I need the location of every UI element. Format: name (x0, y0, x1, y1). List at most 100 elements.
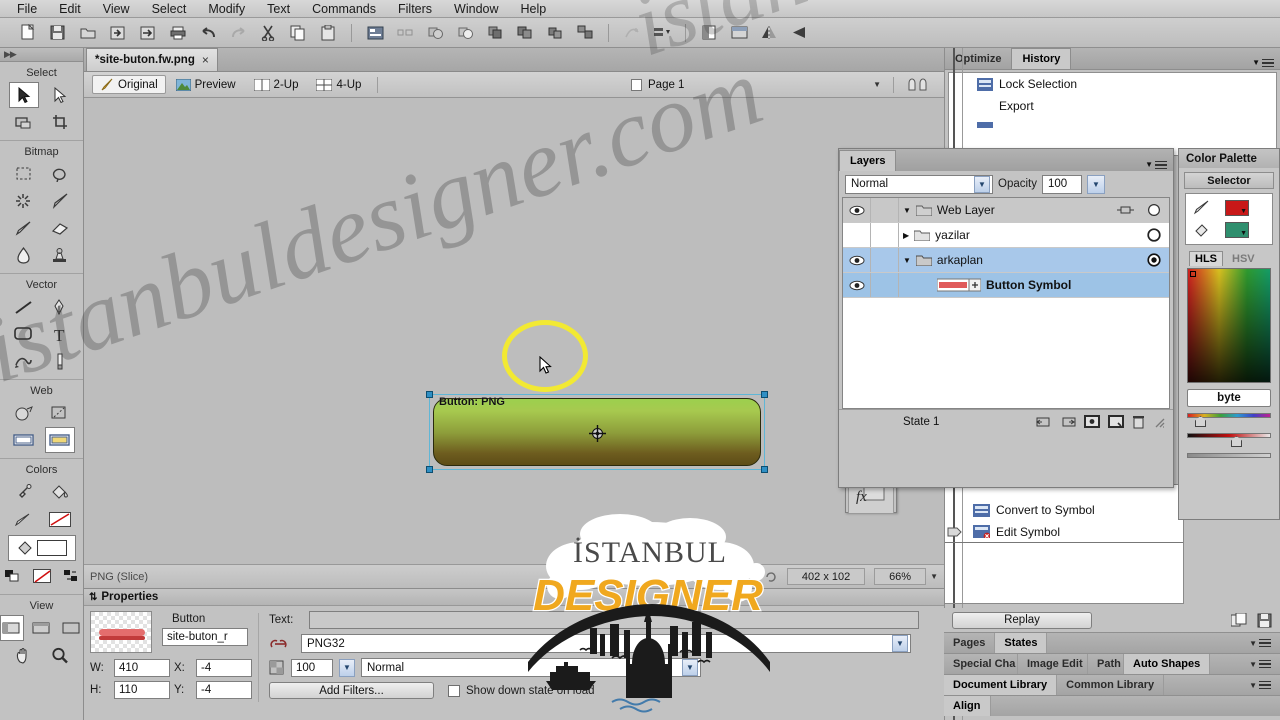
opacity-input[interactable]: 100 (291, 658, 333, 677)
layer-row-button-symbol[interactable]: Button Symbol (843, 273, 1169, 298)
new-document-icon[interactable] (16, 22, 40, 44)
stroke-color-swatch[interactable] (45, 506, 75, 532)
arrange-icon[interactable] (650, 22, 674, 44)
chevron-right-icon[interactable]: ▶ (903, 231, 909, 240)
menu-item-commands[interactable]: Commands (301, 1, 387, 17)
export-icon[interactable] (136, 22, 160, 44)
layer-lock-toggle[interactable] (871, 223, 899, 247)
cut-icon[interactable] (256, 22, 280, 44)
color-palette-selector-tab[interactable]: Selector (1184, 172, 1274, 189)
properties-header[interactable]: ⇅ Properties (84, 589, 944, 606)
chevron-down-icon[interactable]: ▼ (682, 659, 698, 676)
stroke-color-row[interactable]: ▼ (1189, 197, 1269, 219)
intersect-icon[interactable] (483, 22, 507, 44)
show-slices-tool[interactable] (44, 427, 75, 453)
menu-item-modify[interactable]: Modify (197, 1, 256, 17)
zoom-tool[interactable] (45, 642, 75, 668)
text-input[interactable] (309, 611, 919, 629)
tab-document-library[interactable]: Document Library (944, 675, 1058, 695)
document-tab[interactable]: *site-buton.fw.png × (86, 48, 218, 71)
y-input[interactable]: -4 (196, 681, 252, 699)
delete-icon[interactable] (1132, 415, 1145, 429)
layer-name-cell[interactable]: Button Symbol (899, 278, 1139, 293)
redo-icon[interactable] (226, 22, 250, 44)
layer-lock-toggle[interactable] (871, 198, 899, 222)
chevron-down-icon[interactable]: ▼ (1240, 230, 1247, 237)
eyedropper-tool[interactable] (9, 479, 39, 505)
layer-blend-mode-select[interactable]: Normal ▼ (845, 174, 993, 194)
tab-special-characters[interactable]: Special Cha (944, 654, 1018, 674)
slice-tool[interactable] (45, 400, 75, 426)
menu-item-filters[interactable]: Filters (387, 1, 443, 17)
layer-name-cell[interactable]: ▼ Web Layer (899, 203, 1117, 217)
hand-tool[interactable] (9, 642, 39, 668)
new-layer-icon[interactable] (1108, 415, 1124, 428)
menu-item-file[interactable]: File (6, 1, 48, 17)
page-tools-icon[interactable] (906, 77, 932, 93)
fill-color-chip[interactable]: ▼ (1225, 222, 1249, 238)
layer-row-yazilar[interactable]: ▶ yazilar (843, 223, 1169, 248)
history-item-partial[interactable] (949, 117, 1276, 139)
selection-handle-br[interactable] (761, 466, 768, 473)
no-fill-icon[interactable] (30, 563, 54, 589)
add-filters-button[interactable]: Add Filters... (269, 682, 434, 699)
tab-states[interactable]: States (995, 633, 1048, 653)
layer-name-cell[interactable]: ▶ yazilar (899, 228, 1139, 242)
layer-lock-toggle[interactable] (871, 248, 899, 272)
import-icon[interactable] (106, 22, 130, 44)
fit-selection-icon[interactable] (727, 22, 751, 44)
save-icon[interactable] (46, 22, 70, 44)
history-item-edit-symbol[interactable]: Edit Symbol (945, 521, 1183, 543)
tab-hls[interactable]: HLS (1189, 251, 1223, 266)
pencil-tool[interactable] (9, 215, 39, 241)
menu-item-window[interactable]: Window (443, 1, 509, 17)
align-distribute-icon[interactable] (393, 22, 417, 44)
flip-horizontal-icon[interactable] (757, 22, 781, 44)
layer-visibility-toggle[interactable] (843, 223, 871, 247)
blur-tool[interactable] (9, 242, 39, 268)
history-item-convert-to-symbol[interactable]: Convert to Symbol (945, 499, 1183, 521)
new-state-icon[interactable] (1036, 416, 1052, 428)
saturation-slider[interactable] (1187, 453, 1271, 467)
scale-tool[interactable] (9, 109, 39, 135)
layer-opacity-dropdown-icon[interactable]: ▼ (1087, 174, 1105, 194)
menu-item-view[interactable]: View (92, 1, 141, 17)
layer-visibility-toggle[interactable] (843, 248, 871, 272)
tools-collapse-handle[interactable]: ▶▶ (0, 48, 83, 62)
magic-wand-tool[interactable] (9, 188, 39, 214)
tab-auto-shapes[interactable]: Auto Shapes (1124, 654, 1211, 674)
tab-image-editing[interactable]: Image Edit (1018, 654, 1088, 674)
crop-icon[interactable] (543, 22, 567, 44)
subtract-icon[interactable] (453, 22, 477, 44)
union-icon[interactable] (423, 22, 447, 44)
tab-two-up[interactable]: 2-Up (246, 76, 307, 94)
layer-active-radio[interactable] (1139, 228, 1169, 242)
lasso-tool[interactable] (45, 161, 75, 187)
eraser-tool[interactable] (45, 215, 75, 241)
refresh-icon[interactable] (764, 570, 778, 584)
height-input[interactable]: 110 (114, 681, 170, 699)
layers-list[interactable]: ▼ Web Layer ▶ yazilar ▼ arkaplan Button … (842, 197, 1170, 409)
menu-item-help[interactable]: Help (510, 1, 558, 17)
color-field-picker[interactable] (1190, 271, 1196, 277)
tab-layers[interactable]: Layers (839, 150, 897, 171)
fill-color-row[interactable]: ▼ (1189, 219, 1269, 241)
show-down-state-checkbox[interactable] (448, 684, 460, 697)
status-zoom[interactable]: 66% (874, 568, 927, 585)
layer-visibility-toggle[interactable] (843, 273, 871, 297)
show-hide-icon[interactable] (697, 22, 721, 44)
new-bitmap-icon[interactable] (1084, 415, 1100, 428)
stroke-color-chip[interactable]: ▼ (1225, 200, 1249, 216)
tab-four-up[interactable]: 4-Up (308, 76, 369, 94)
full-screen-menu-tool[interactable] (30, 615, 54, 641)
history-list-lower[interactable]: Convert to Symbol Edit Symbol (944, 484, 1184, 604)
history-list[interactable]: Lock Selection Export (948, 48, 1277, 720)
color-byte-field[interactable]: byte (1187, 389, 1271, 407)
hide-slices-tool[interactable] (9, 427, 39, 453)
history-item-lock-selection[interactable]: Lock Selection (949, 73, 1276, 95)
punch-icon[interactable] (513, 22, 537, 44)
layer-active-radio[interactable] (1139, 253, 1169, 267)
resize-grip-icon[interactable] (1153, 416, 1165, 428)
tab-history[interactable]: History (1011, 48, 1072, 69)
hotspot-tool[interactable] (9, 400, 39, 426)
